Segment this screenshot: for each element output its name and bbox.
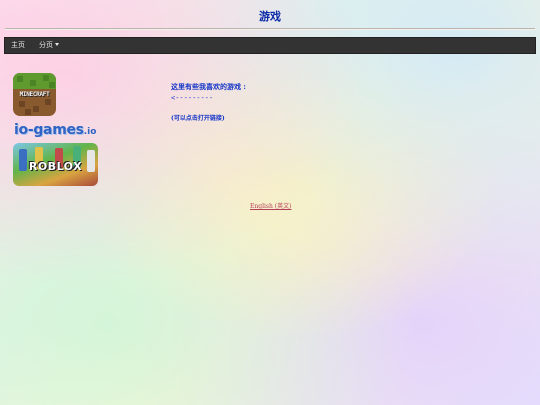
nav-pages-label: 分页 bbox=[39, 41, 53, 49]
nav-home-label: 主页 bbox=[11, 41, 25, 49]
roblox-logo-text: ROBLOX bbox=[28, 160, 83, 173]
roblox-game-link[interactable]: ROBLOX bbox=[13, 143, 98, 186]
intro-text: 这里有些我喜欢的游戏 : bbox=[171, 82, 247, 91]
io-games-logo-suffix: .io bbox=[83, 127, 97, 137]
english-language-link[interactable]: English (英文) bbox=[250, 201, 291, 210]
caret-down-icon bbox=[55, 43, 59, 46]
nav-pages-dropdown[interactable]: 分页 bbox=[32, 38, 66, 53]
click-hint-text: (可以点击打开链接) bbox=[171, 115, 225, 122]
minecraft-grass-top bbox=[13, 73, 56, 89]
header-divider bbox=[5, 28, 535, 30]
page-title: 游戏 bbox=[259, 10, 281, 23]
arrow-text: <--------- bbox=[171, 94, 214, 102]
io-games-link[interactable]: io-games.io bbox=[14, 119, 108, 137]
io-games-logo-text: io-games bbox=[14, 122, 84, 137]
minecraft-logo-text: MINECRAFT bbox=[19, 91, 50, 98]
minecraft-game-link[interactable]: MINECRAFT bbox=[13, 73, 56, 116]
nav-home-link[interactable]: 主页 bbox=[5, 38, 32, 53]
navbar: 主页 分页 bbox=[4, 37, 536, 54]
